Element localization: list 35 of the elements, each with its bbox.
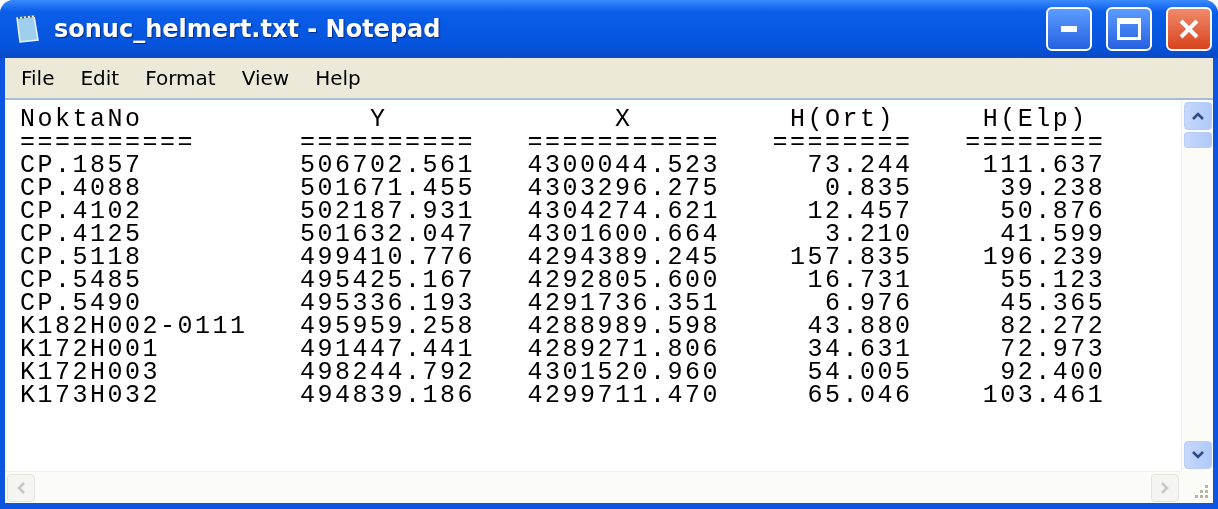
text-line: CP.5485 495425.167 4292805.600 16.731 55.123 [20, 269, 1107, 292]
minimize-icon [1061, 26, 1077, 32]
text-line: K172H001 491447.441 4289271.806 34.631 72.973 [20, 338, 1107, 361]
down-chevron-icon [1191, 450, 1205, 460]
minimize-button[interactable] [1046, 7, 1092, 51]
text-line: NoktaNo Y X H(Ort) H(Elp) [20, 108, 1089, 131]
maximize-button[interactable] [1106, 7, 1152, 51]
close-icon [1178, 18, 1200, 40]
left-chevron-icon [16, 480, 26, 495]
text-line: K182H002-0111 495959.258 4288989.598 43.880 82.272 [20, 315, 1107, 338]
scroll-thumb[interactable] [1184, 132, 1212, 148]
text-line: CP.5118 499410.776 4294389.245 157.835 196.239 [20, 246, 1107, 269]
scroll-down-button[interactable] [1184, 441, 1212, 469]
text-line: K173H032 494839.186 4299711.470 65.046 103.461 [20, 384, 1107, 407]
menu-item[interactable]: File [11, 64, 65, 92]
close-button[interactable] [1166, 7, 1212, 51]
up-chevron-icon [1191, 111, 1205, 121]
text-line: CP.4102 502187.931 4304274.621 12.457 50.876 [20, 200, 1107, 223]
notepad-icon [14, 14, 40, 44]
text-line: ========== ========== =========== ======== ======== [20, 131, 1107, 154]
text-line: CP.5490 495336.193 4291736.351 6.976 45.365 [20, 292, 1107, 315]
scroll-up-button[interactable] [1184, 102, 1212, 130]
window-title: sonuc_helmert.txt - Notepad [54, 15, 442, 43]
menu-item[interactable]: Edit [70, 64, 130, 92]
text-line: K172H003 498244.792 4301520.960 54.005 92.400 [20, 361, 1107, 384]
menu-item[interactable]: View [231, 64, 300, 92]
text-line: CP.4125 501632.047 4301600.664 3.210 41.599 [20, 223, 1107, 246]
vertical-scrollbar[interactable] [1181, 100, 1213, 471]
maximize-icon [1117, 18, 1141, 40]
menu-item[interactable]: Help [305, 64, 371, 92]
text-line: CP.1857 506702.561 4300044.523 73.244 111.637 [20, 154, 1107, 177]
resize-grip-icon[interactable] [1193, 483, 1209, 499]
right-chevron-icon [1160, 480, 1170, 495]
text-line: CP.4088 501671.455 4303296.275 0.835 39.238 [20, 177, 1107, 200]
menu-item[interactable]: Format [135, 64, 226, 92]
